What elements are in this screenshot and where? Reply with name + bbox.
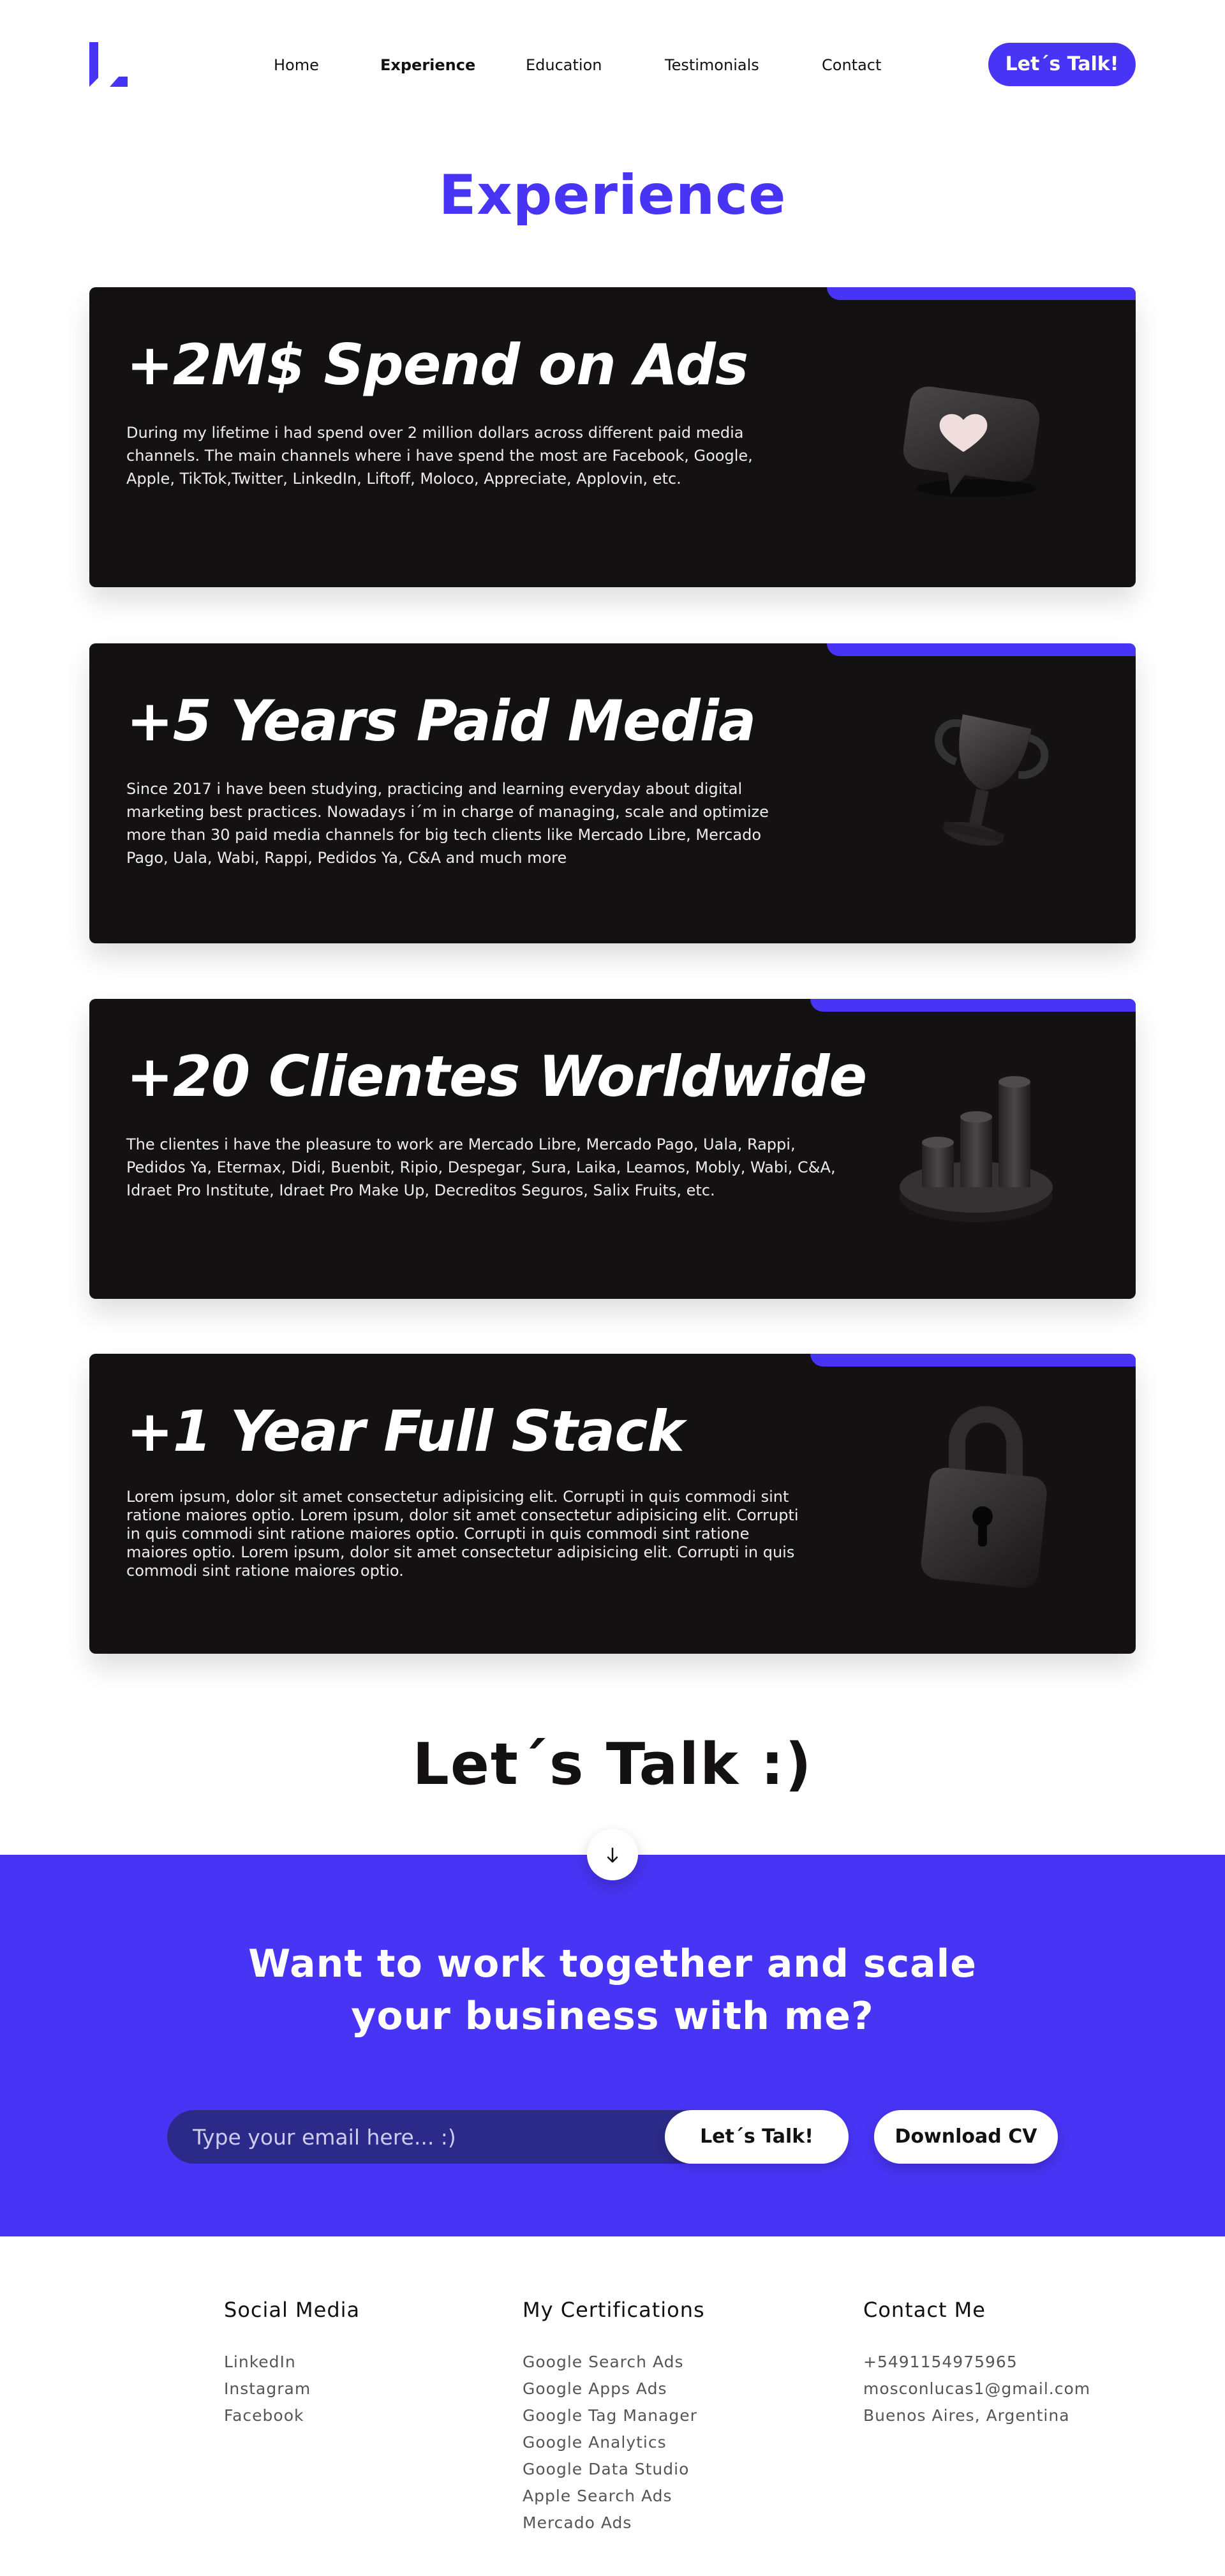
padlock-icon — [921, 1406, 1047, 1588]
experience-card-paid-media: +5 Years Paid Media Since 2017 i have be… — [89, 643, 1136, 943]
card-title: +20 Clientes Worldwide — [126, 1044, 867, 1109]
card-description: Lorem ipsum, dolor sit amet consectetur … — [126, 1488, 799, 1580]
footer-certification[interactable]: Google Analytics — [523, 2429, 705, 2456]
footer-location: Buenos Aires, Argentina — [863, 2406, 1070, 2425]
email-form: Let´s Talk! — [167, 2110, 849, 2164]
footer-certifications-column: My Certifications Google Search Ads Goog… — [523, 2298, 705, 2536]
footer-link-linkedin[interactable]: LinkedIn — [224, 2349, 360, 2376]
card-title: +2M$ Spend on Ads — [126, 332, 748, 398]
footer-contact-column: Contact Me +5491154975965 mosconlucas1@g… — [863, 2298, 1090, 2429]
nav-home[interactable]: Home — [274, 54, 319, 77]
card-title: +5 Years Paid Media — [126, 688, 756, 754]
nav-testimonials[interactable]: Testimonials — [665, 54, 759, 77]
arrow-down-icon — [607, 1847, 618, 1863]
card-accent-bar — [827, 643, 1136, 656]
card-description: Since 2017 i have been studying, practic… — [126, 780, 769, 867]
download-cv-button[interactable]: Download CV — [874, 2110, 1058, 2164]
footer-email[interactable]: mosconlucas1@gmail.com — [863, 2376, 1090, 2402]
card-accent-bar — [810, 1354, 1136, 1367]
experience-title: Experience — [438, 163, 787, 227]
heart-like-icon — [903, 386, 1040, 497]
footer-certification[interactable]: Google Tag Manager — [523, 2402, 705, 2429]
footer-certification[interactable]: Google Search Ads — [523, 2349, 705, 2376]
card-accent-bar — [827, 287, 1136, 300]
footer-certification[interactable]: Mercado Ads — [523, 2510, 705, 2536]
footer-certification[interactable]: Google Data Studio — [523, 2456, 705, 2483]
site-header: Home Experience Education Testimonials C… — [0, 0, 1225, 128]
experience-card-full-stack: +1 Year Full Stack Lorem ipsum, dolor si… — [89, 1354, 1136, 1654]
trophy-icon — [935, 714, 1049, 846]
experience-card-ads-spend: +2M$ Spend on Ads During my lifetime i h… — [89, 287, 1136, 587]
footer-link-instagram[interactable]: Instagram — [224, 2376, 360, 2402]
footer-link-facebook[interactable]: Facebook — [224, 2402, 360, 2429]
nav-education[interactable]: Education — [526, 54, 602, 77]
lets-talk-title: Let´s Talk :) — [412, 1731, 813, 1798]
contact-heading: Want to work together and scale your bus… — [0, 1938, 1225, 2042]
lets-talk-submit-button[interactable]: Let´s Talk! — [665, 2110, 849, 2164]
card-title: +1 Year Full Stack — [126, 1398, 685, 1464]
footer-phone[interactable]: +5491154975965 — [863, 2349, 1090, 2376]
lets-talk-header-button[interactable]: Let´s Talk! — [988, 43, 1136, 86]
footer-heading: My Certifications — [523, 2298, 705, 2322]
contact-heading-line-2: your business with me? — [351, 1994, 874, 2039]
contact-section: Want to work together and scale your bus… — [0, 1855, 1225, 2236]
card-description: During my lifetime i had spend over 2 mi… — [126, 424, 753, 488]
experience-card-clients: +20 Clientes Worldwide The clientes i ha… — [89, 999, 1136, 1299]
nav-experience[interactable]: Experience — [380, 54, 475, 77]
footer-certification[interactable]: Apple Search Ads — [523, 2483, 705, 2510]
card-description: The clientes i have the pleasure to work… — [126, 1135, 836, 1199]
nav-contact[interactable]: Contact — [822, 54, 881, 77]
footer-certification[interactable]: Google Apps Ads — [523, 2376, 705, 2402]
footer-heading: Contact Me — [863, 2298, 986, 2322]
email-input[interactable] — [193, 2110, 639, 2164]
bar-chart-icon — [900, 1076, 1053, 1222]
footer-heading: Social Media — [224, 2298, 360, 2322]
contact-heading-line-1: Want to work together and scale — [248, 1942, 977, 1986]
footer-social-column: Social Media LinkedIn Instagram Facebook — [224, 2298, 360, 2429]
scroll-down-button[interactable] — [587, 1829, 638, 1880]
card-accent-bar — [810, 999, 1136, 1012]
